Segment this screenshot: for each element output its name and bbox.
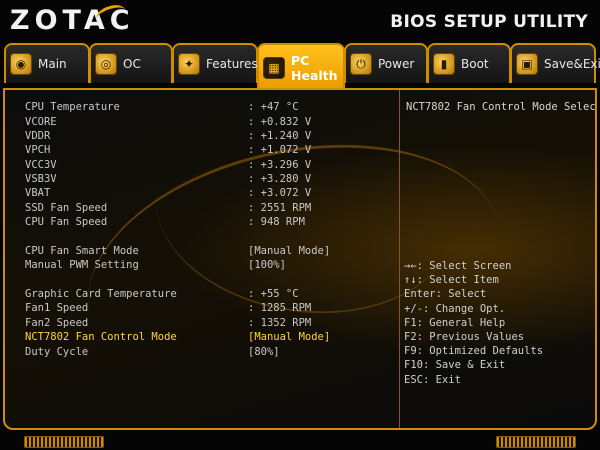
- tab-label: Boot: [461, 57, 489, 71]
- setting-vpch: VPCH : +1.072 V: [25, 143, 395, 157]
- setting-value: : +3.072 V: [248, 187, 312, 199]
- setting-label: SSD Fan Speed: [25, 201, 108, 214]
- setting-label: Manual PWM Setting: [25, 259, 139, 271]
- setting-value: : +0.832 V: [248, 115, 312, 128]
- key-hint: +/-: Change Opt.: [404, 302, 506, 315]
- pc-health-icon: ▦: [263, 57, 285, 79]
- setting-vsb3v: VSB3V : +3.280 V: [25, 172, 395, 186]
- setting-cpu-temperature: CPU Temperature : +47 °C: [25, 100, 395, 114]
- help-description: NCT7802 Fan Control Mode Select: [406, 101, 597, 113]
- save-exit-icon: ▣: [516, 53, 538, 75]
- setting-label: Fan2 Speed: [25, 316, 89, 329]
- setting-vbat: VBAT : +3.072 V: [25, 186, 395, 200]
- key-hint: Enter: Select: [404, 288, 487, 301]
- setting-value: [100%]: [248, 259, 286, 271]
- setting-value: : 1352 RPM: [248, 316, 312, 329]
- setting-ssd-fan-speed: SSD Fan Speed : 2551 RPM: [25, 201, 395, 215]
- setting-label: CPU Temperature: [25, 101, 120, 113]
- setting-graphic-card-temperature: Graphic Card Temperature : +55 °C: [25, 287, 395, 301]
- setting-value: : 2551 RPM: [248, 201, 312, 214]
- key-hint: F2: Previous Values: [404, 330, 525, 343]
- utility-title: BIOS SETUP UTILITY: [390, 12, 588, 32]
- setting-vcore: VCORE : +0.832 V: [25, 115, 395, 129]
- boot-icon: ▮: [433, 53, 455, 75]
- setting-value: : +55 °C: [248, 287, 299, 300]
- setting-label: VPCH: [25, 144, 51, 156]
- setting-label: VCORE: [25, 115, 57, 128]
- setting-value: : +1.072 V: [248, 144, 312, 156]
- tab-pc-health[interactable]: ▦ PC Health: [257, 43, 345, 91]
- tab-features[interactable]: ✦ Features: [172, 43, 258, 83]
- key-hint: F9: Optimized Defaults: [404, 345, 544, 358]
- decorative-grill-right: [496, 436, 576, 448]
- setting-vddr: VDDR : +1.240 V: [25, 129, 395, 143]
- tab-boot[interactable]: ▮ Boot: [427, 43, 511, 83]
- setting-manual-pwm[interactable]: Manual PWM Setting [100%]: [25, 258, 395, 272]
- tab-bar: ◉ Main ◎ OC ✦ Features ▦ PC Health ⏻ Pow…: [4, 43, 600, 91]
- tab-label: Power: [378, 57, 415, 71]
- decorative-grill-left: [24, 436, 104, 448]
- tab-oc[interactable]: ◎ OC: [89, 43, 173, 83]
- setting-label: VDDR: [25, 130, 51, 142]
- setting-value: [Manual Mode]: [248, 331, 331, 343]
- key-hint: →←: Select Screen: [404, 260, 512, 272]
- setting-value: [Manual Mode]: [248, 244, 331, 257]
- tab-label: Features: [206, 57, 258, 71]
- tab-save-exit[interactable]: ▣ Save&Exit: [510, 43, 600, 83]
- setting-duty-cycle[interactable]: Duty Cycle [80%]: [25, 345, 395, 359]
- tab-power[interactable]: ⏻ Power: [344, 43, 428, 83]
- setting-label: VCC3V: [25, 158, 57, 171]
- setting-value: [80%]: [248, 345, 280, 358]
- main-icon: ◉: [10, 53, 32, 75]
- setting-label: CPU Fan Smart Mode: [25, 244, 139, 257]
- key-hint: F1: General Help: [404, 316, 506, 329]
- setting-label: VBAT: [25, 187, 51, 199]
- setting-value: : +3.296 V: [248, 158, 312, 171]
- key-hint: F10: Save & Exit: [404, 359, 506, 372]
- setting-label: CPU Fan Speed: [25, 216, 108, 228]
- setting-label: VSB3V: [25, 173, 57, 185]
- key-hint: ESC: Exit: [404, 373, 461, 386]
- tab-label: OC: [123, 57, 141, 71]
- key-hint: ↑↓: Select Item: [404, 274, 499, 287]
- power-icon: ⏻: [350, 53, 372, 75]
- setting-value: : 1285 RPM: [248, 302, 312, 314]
- tab-label: Save&Exit: [544, 57, 600, 71]
- setting-value: : +47 °C: [248, 101, 299, 113]
- key-legend: →←: Select Screen ↑↓: Select Item Enter:…: [404, 259, 543, 387]
- oc-icon: ◎: [95, 53, 117, 75]
- main-panel: CPU Temperature : +47 °C VCORE : +0.832 …: [3, 88, 597, 430]
- setting-value: : +3.280 V: [248, 173, 312, 185]
- setting-cpu-fan-smart-mode[interactable]: CPU Fan Smart Mode [Manual Mode]: [25, 244, 395, 258]
- setting-label: Duty Cycle: [25, 345, 89, 358]
- tab-label: Main: [38, 57, 67, 71]
- features-icon: ✦: [178, 53, 200, 75]
- setting-fan1-speed: Fan1 Speed : 1285 RPM: [25, 301, 395, 315]
- setting-value: : +1.240 V: [248, 130, 312, 142]
- setting-label: Graphic Card Temperature: [25, 287, 177, 300]
- tab-label: PC Health: [291, 53, 338, 83]
- setting-value: : 948 RPM: [248, 216, 305, 228]
- setting-fan2-speed: Fan2 Speed : 1352 RPM: [25, 316, 395, 330]
- setting-label: NCT7802 Fan Control Mode: [25, 331, 177, 343]
- tab-main[interactable]: ◉ Main: [4, 43, 90, 83]
- setting-label: Fan1 Speed: [25, 302, 89, 314]
- setting-vcc3v: VCC3V : +3.296 V: [25, 158, 395, 172]
- setting-nct7802-fan-control-mode[interactable]: NCT7802 Fan Control Mode [Manual Mode]: [25, 330, 395, 344]
- panel-divider: [399, 90, 400, 428]
- bios-screen: ZOTAC BIOS SETUP UTILITY ◉ Main ◎ OC ✦ F…: [0, 0, 600, 450]
- setting-cpu-fan-speed: CPU Fan Speed : 948 RPM: [25, 215, 395, 229]
